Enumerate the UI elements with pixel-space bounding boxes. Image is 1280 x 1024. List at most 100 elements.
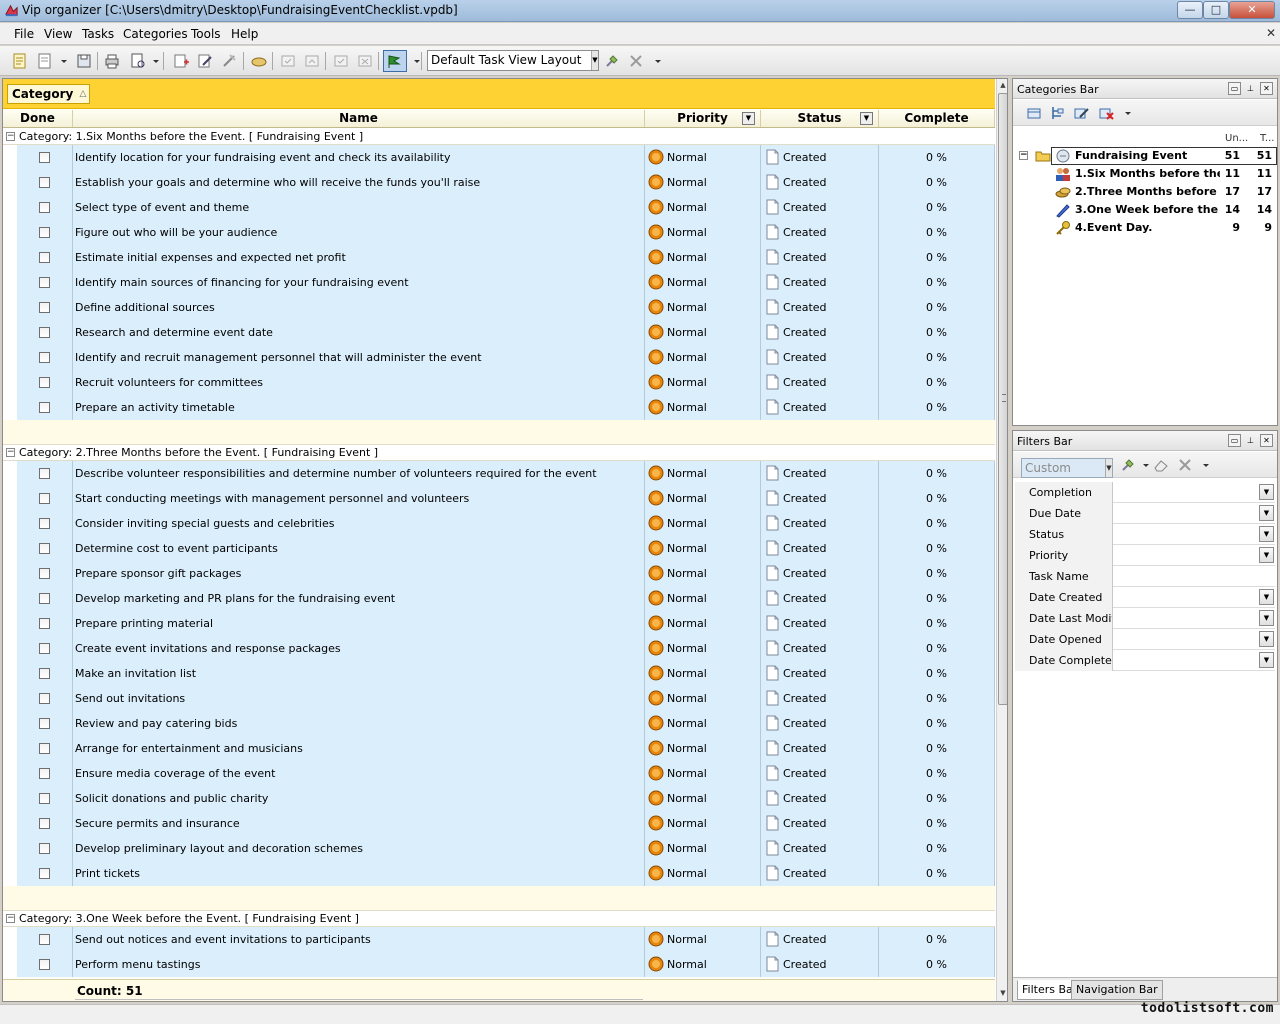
collapse-icon[interactable]: − [6, 132, 15, 141]
delete-layout-icon[interactable] [627, 52, 645, 70]
new-task-icon[interactable] [11, 52, 29, 70]
table-row[interactable]: Prepare an activity timetable Normal Creat… [3, 395, 995, 420]
mdi-close-icon[interactable]: ✕ [1266, 26, 1276, 40]
table-row[interactable]: Send out notices and event invitations t… [3, 927, 995, 952]
table-row[interactable]: Prepare printing material Normal Created 0 … [3, 611, 995, 636]
view-dropdown-icon[interactable] [408, 52, 420, 70]
save-icon[interactable] [75, 52, 93, 70]
priority-cell[interactable]: Normal [645, 245, 761, 270]
task-name[interactable]: Research and determine event date [73, 320, 645, 345]
filter-value-input[interactable] [1114, 567, 1259, 586]
done-checkbox[interactable] [39, 543, 50, 554]
status-cell[interactable]: Created [761, 145, 879, 170]
chevron-down-icon[interactable]: ▼ [1259, 631, 1274, 647]
edit-task-icon[interactable] [196, 52, 214, 70]
task-name[interactable]: Identify main sources of financing for y… [73, 270, 645, 295]
table-row[interactable]: Secure permits and insurance Normal Create… [3, 811, 995, 836]
filter-row[interactable]: Date Completed ▼ [1015, 650, 1275, 671]
print-icon[interactable] [103, 52, 121, 70]
done-checkbox[interactable] [39, 152, 50, 163]
maximize-button[interactable]: □ [1203, 1, 1229, 19]
chevron-down-icon[interactable]: ▼ [1259, 547, 1274, 563]
table-row[interactable]: Identify main sources of financing for y… [3, 270, 995, 295]
collapse-icon[interactable]: − [6, 448, 15, 457]
done-checkbox[interactable] [39, 618, 50, 629]
task-name[interactable]: Solicit donations and public charity [73, 786, 645, 811]
priority-cell[interactable]: Normal [645, 952, 761, 977]
status-cell[interactable]: Created [761, 345, 879, 370]
filter-row[interactable]: Due Date ▼ [1015, 503, 1275, 524]
apply-filter-dropdown-icon[interactable] [1137, 456, 1149, 474]
category-item[interactable]: 1.Six Months before the Event. 11 11 [1013, 165, 1277, 183]
priority-cell[interactable]: Normal [645, 370, 761, 395]
table-row[interactable]: Ensure media coverage of the event Normal… [3, 761, 995, 786]
done-checkbox[interactable] [39, 793, 50, 804]
status-cell[interactable]: Created [761, 561, 879, 586]
categories-bar-toggle-icon[interactable] [383, 50, 407, 72]
table-row[interactable]: Perform menu tastings Normal Created 0 % [3, 952, 995, 977]
table-row[interactable]: Consider inviting special guests and cel… [3, 511, 995, 536]
priority-cell[interactable]: Normal [645, 861, 761, 886]
chevron-down-icon[interactable]: ▼ [1105, 459, 1112, 477]
task-name[interactable]: Consider inviting special guests and cel… [73, 511, 645, 536]
task-name[interactable]: Prepare sponsor gift packages [73, 561, 645, 586]
scroll-down-icon[interactable]: ▼ [997, 987, 1007, 999]
table-row[interactable]: Start conducting meetings with managemen… [3, 486, 995, 511]
task-name[interactable]: Perform menu tastings [73, 952, 645, 977]
priority-cell[interactable]: Normal [645, 195, 761, 220]
status-cell[interactable]: Created [761, 245, 879, 270]
task-name[interactable]: Ensure media coverage of the event [73, 761, 645, 786]
minimize-button[interactable]: — [1177, 1, 1203, 19]
vertical-scrollbar[interactable]: ▲ ▼ [996, 79, 1007, 1001]
priority-cell[interactable]: Normal [645, 686, 761, 711]
category-item[interactable]: 3.One Week before the Event. 14 14 [1013, 201, 1277, 219]
filter-row[interactable]: Status ▼ [1015, 524, 1275, 545]
table-row[interactable]: Prepare sponsor gift packages Normal Creat… [3, 561, 995, 586]
filter-value-input[interactable] [1114, 504, 1259, 523]
done-checkbox[interactable] [39, 493, 50, 504]
table-row[interactable]: Research and determine event date Normal C… [3, 320, 995, 345]
chevron-down-icon[interactable]: ▼ [1259, 484, 1274, 500]
status-cell[interactable]: Created [761, 811, 879, 836]
table-row[interactable]: Send out invitations Normal Created 0 % [3, 686, 995, 711]
status-cell[interactable]: Created [761, 395, 879, 420]
delete-filter-icon[interactable] [1176, 456, 1194, 474]
status-cell[interactable]: Created [761, 711, 879, 736]
priority-filter-icon[interactable]: ▼ [742, 112, 755, 125]
panel-close-icon[interactable]: ✕ [1260, 82, 1273, 95]
task-name[interactable]: Develop preliminary layout and decoratio… [73, 836, 645, 861]
task-name[interactable]: Develop marketing and PR plans for the f… [73, 586, 645, 611]
task-name[interactable]: Make an invitation list [73, 661, 645, 686]
filter-value-input[interactable] [1114, 483, 1259, 502]
done-checkbox[interactable] [39, 643, 50, 654]
chevron-down-icon[interactable]: ▼ [591, 51, 598, 70]
status-cell[interactable]: Created [761, 952, 879, 977]
done-checkbox[interactable] [39, 302, 50, 313]
table-row[interactable]: Create event invitations and response pa… [3, 636, 995, 661]
print-preview-icon[interactable] [129, 52, 147, 70]
priority-cell[interactable]: Normal [645, 395, 761, 420]
priority-cell[interactable]: Normal [645, 736, 761, 761]
status-cell[interactable]: Created [761, 611, 879, 636]
task-name[interactable]: Describe volunteer responsibilities and … [73, 461, 645, 486]
pin-icon[interactable]: ⊥ [1244, 434, 1257, 447]
done-checkbox[interactable] [39, 693, 50, 704]
pin-icon[interactable]: ⊥ [1244, 82, 1257, 95]
table-row[interactable]: Describe volunteer responsibilities and … [3, 461, 995, 486]
status-cell[interactable]: Created [761, 195, 879, 220]
filter-row[interactable]: Task Name [1015, 566, 1275, 587]
status-cell[interactable]: Created [761, 761, 879, 786]
status-cell[interactable]: Created [761, 461, 879, 486]
delete-category-icon[interactable] [1097, 104, 1115, 122]
scroll-up-icon[interactable]: ▲ [997, 79, 1007, 91]
done-checkbox[interactable] [39, 768, 50, 779]
done-checkbox[interactable] [39, 327, 50, 338]
priority-cell[interactable]: Normal [645, 295, 761, 320]
filter-value-input[interactable] [1114, 651, 1259, 670]
table-row[interactable]: Define additional sources Normal Created 0 … [3, 295, 995, 320]
categories-more-dropdown-icon[interactable] [1119, 104, 1131, 122]
priority-cell[interactable]: Normal [645, 270, 761, 295]
filter-value-input[interactable] [1114, 525, 1259, 544]
priority-cell[interactable]: Normal [645, 611, 761, 636]
delete-task-icon[interactable] [220, 52, 238, 70]
